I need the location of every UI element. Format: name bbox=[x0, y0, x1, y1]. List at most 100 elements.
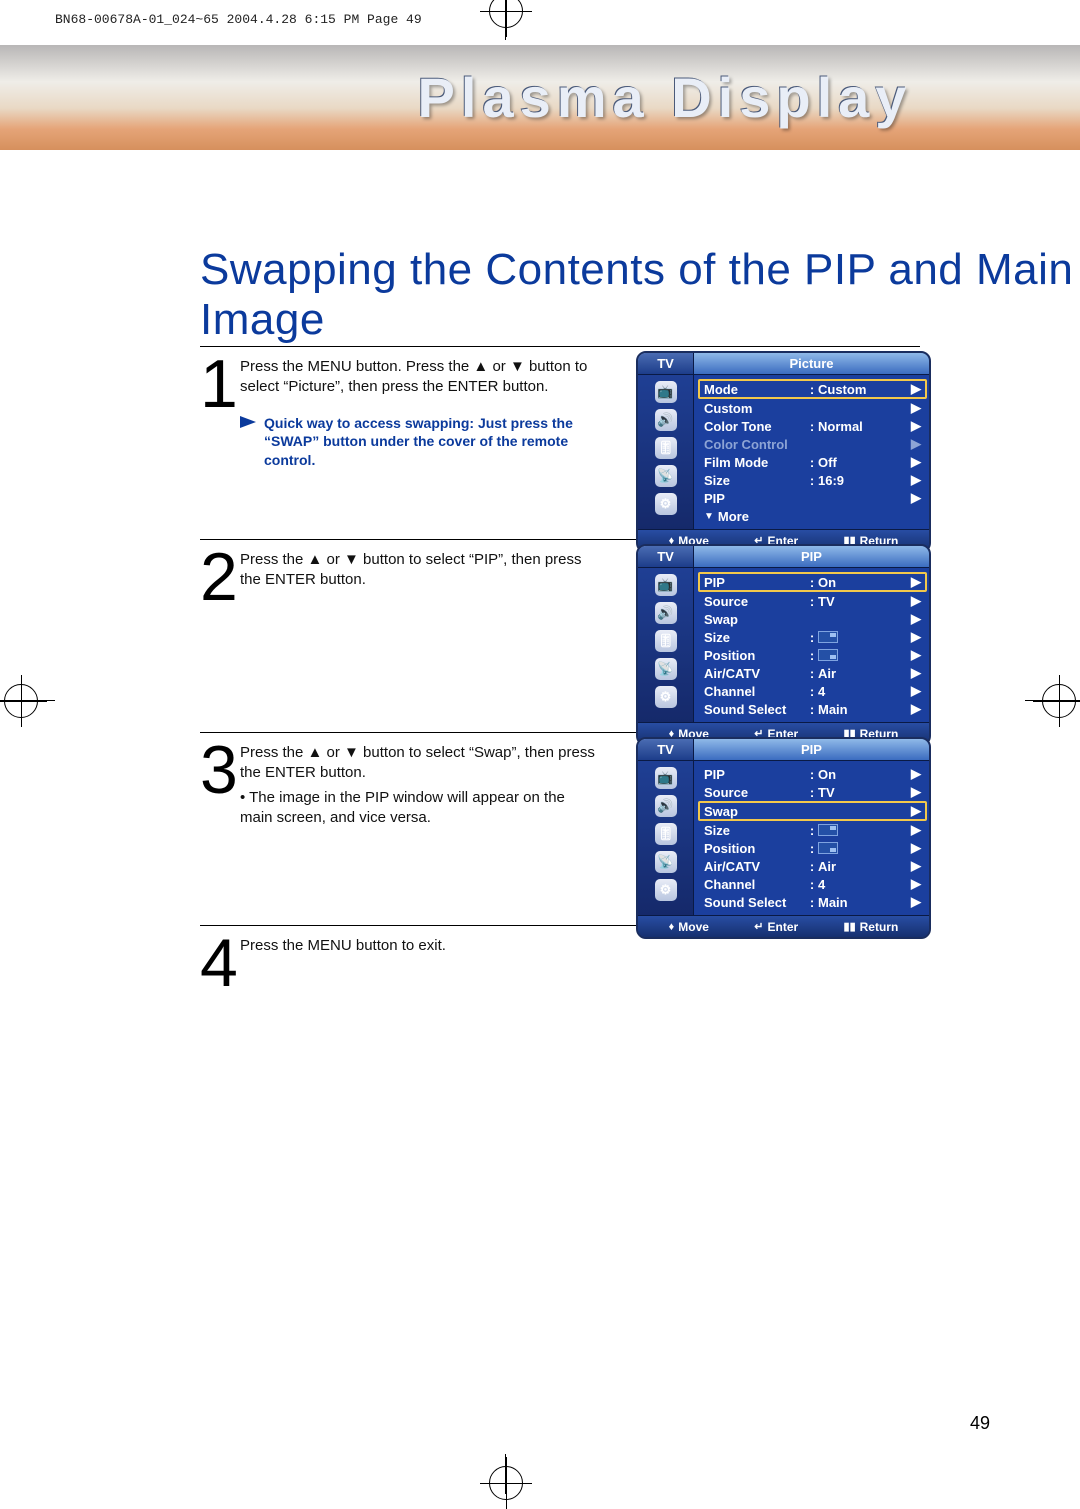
page-number: 49 bbox=[970, 1413, 990, 1434]
osd-row-colon: : bbox=[806, 455, 818, 470]
osd-row-mode[interactable]: Mode : Custom ▶ bbox=[698, 379, 927, 399]
osd-row-colon: : bbox=[806, 630, 818, 645]
osd-row-colon: : bbox=[806, 841, 818, 856]
osd-category-icon-2[interactable]: 🎚 bbox=[655, 823, 677, 845]
osd-footer: ♦Move ↵Enter ▮▮Return bbox=[638, 915, 929, 937]
osd-row-label: PIP bbox=[704, 767, 806, 782]
osd-row-colon: : bbox=[806, 895, 818, 910]
osd-row-label: Source bbox=[704, 594, 806, 609]
osd-row-value: On bbox=[818, 575, 909, 590]
osd-row-color-control[interactable]: Color Control ▶ bbox=[704, 435, 921, 453]
chevron-right-icon: ▶ bbox=[909, 611, 921, 627]
pip-box-icon bbox=[818, 842, 838, 854]
pip-box-icon bbox=[818, 824, 838, 836]
osd-category-icon-1[interactable]: 🔊 bbox=[655, 795, 677, 817]
chevron-right-icon: ▶ bbox=[909, 629, 921, 645]
osd-row-label: Mode bbox=[704, 382, 806, 397]
osd-category-icon-2[interactable]: 🎚 bbox=[655, 437, 677, 459]
osd-row-pip[interactable]: PIP : On ▶ bbox=[698, 572, 927, 592]
chevron-right-icon: ▶ bbox=[909, 490, 921, 506]
osd-row-colon: : bbox=[806, 823, 818, 838]
osd-picture-menu: TV Picture 📺🔊🎚📡⚙ Mode : Custom ▶ Custom … bbox=[636, 351, 931, 553]
osd-row-colon: : bbox=[806, 877, 818, 892]
osd-category-icon-1[interactable]: 🔊 bbox=[655, 602, 677, 624]
step-number: 1 bbox=[200, 347, 240, 470]
osd-row-position[interactable]: Position : ▶ bbox=[704, 646, 921, 664]
osd-row-size[interactable]: Size : ▶ bbox=[704, 821, 921, 839]
osd-row-size[interactable]: Size : 16:9 ▶ bbox=[704, 471, 921, 489]
osd-row-value bbox=[818, 630, 909, 645]
osd-row-label: Color Tone bbox=[704, 419, 806, 434]
chevron-right-icon: ▶ bbox=[909, 803, 921, 819]
step-text: Press the ▲ or ▼ button to select “PIP”,… bbox=[240, 550, 600, 591]
osd-more[interactable]: More bbox=[704, 507, 921, 525]
osd-category-icon-4[interactable]: ⚙ bbox=[655, 686, 677, 708]
osd-row-pip[interactable]: PIP ▶ bbox=[704, 489, 921, 507]
osd-row-label: Custom bbox=[704, 401, 806, 416]
chevron-right-icon: ▶ bbox=[909, 876, 921, 892]
osd-row-value: Air bbox=[818, 666, 909, 681]
osd-row-label: Position bbox=[704, 841, 806, 856]
osd-row-color-tone[interactable]: Color Tone : Normal ▶ bbox=[704, 417, 921, 435]
osd-row-position[interactable]: Position : ▶ bbox=[704, 839, 921, 857]
osd-row-label: Air/CATV bbox=[704, 859, 806, 874]
osd-tv-label: TV bbox=[638, 353, 694, 374]
osd-row-sound-select[interactable]: Sound Select : Main ▶ bbox=[704, 893, 921, 911]
osd-row-air-catv[interactable]: Air/CATV : Air ▶ bbox=[704, 857, 921, 875]
osd-category-icon-0[interactable]: 📺 bbox=[655, 574, 677, 596]
osd-row-channel[interactable]: Channel : 4 ▶ bbox=[704, 875, 921, 893]
osd-category-icon-3[interactable]: 📡 bbox=[655, 465, 677, 487]
osd-row-size[interactable]: Size : ▶ bbox=[704, 628, 921, 646]
osd-category-icon-3[interactable]: 📡 bbox=[655, 658, 677, 680]
osd-category-icon-4[interactable]: ⚙ bbox=[655, 879, 677, 901]
chevron-right-icon: ▶ bbox=[909, 418, 921, 434]
osd-title: PIP bbox=[694, 546, 929, 567]
osd-row-sound-select[interactable]: Sound Select : Main ▶ bbox=[704, 700, 921, 718]
osd-row-value: Custom bbox=[818, 382, 909, 397]
osd-row-colon: : bbox=[806, 575, 818, 590]
page-title: Swapping the Contents of the PIP and Mai… bbox=[200, 245, 1080, 345]
osd-row-value bbox=[818, 648, 909, 663]
osd-category-icon-4[interactable]: ⚙ bbox=[655, 493, 677, 515]
osd-category-icon-2[interactable]: 🎚 bbox=[655, 630, 677, 652]
osd-row-swap[interactable]: Swap ▶ bbox=[698, 801, 927, 821]
osd-row-label: Size bbox=[704, 630, 806, 645]
chevron-right-icon: ▶ bbox=[909, 683, 921, 699]
osd-rows: PIP : On ▶ Source : TV ▶ Swap ▶ Size : ▶… bbox=[694, 761, 929, 915]
osd-category-icon-0[interactable]: 📺 bbox=[655, 381, 677, 403]
osd-row-colon: : bbox=[806, 767, 818, 782]
osd-foot-enter: ↵Enter bbox=[754, 920, 798, 934]
pip-box-icon bbox=[818, 631, 838, 643]
osd-row-custom[interactable]: Custom ▶ bbox=[704, 399, 921, 417]
osd-category-icon-0[interactable]: 📺 bbox=[655, 767, 677, 789]
osd-row-value: 16:9 bbox=[818, 473, 909, 488]
osd-row-colon: : bbox=[806, 419, 818, 434]
osd-row-colon: : bbox=[806, 473, 818, 488]
osd-row-source[interactable]: Source : TV ▶ bbox=[704, 783, 921, 801]
osd-row-air-catv[interactable]: Air/CATV : Air ▶ bbox=[704, 664, 921, 682]
osd-row-label: Source bbox=[704, 785, 806, 800]
osd-row-value: TV bbox=[818, 594, 909, 609]
osd-row-label: Channel bbox=[704, 877, 806, 892]
osd-row-value: Off bbox=[818, 455, 909, 470]
osd-pip-swap-menu: TV PIP 📺🔊🎚📡⚙ PIP : On ▶ Source : TV ▶ Sw… bbox=[636, 737, 931, 939]
osd-category-icon-1[interactable]: 🔊 bbox=[655, 409, 677, 431]
osd-row-film-mode[interactable]: Film Mode : Off ▶ bbox=[704, 453, 921, 471]
enter-icon: ↵ bbox=[754, 920, 763, 933]
osd-row-swap[interactable]: Swap ▶ bbox=[704, 610, 921, 628]
osd-row-pip[interactable]: PIP : On ▶ bbox=[704, 765, 921, 783]
step-text: Press the MENU button to exit. bbox=[240, 936, 600, 956]
osd-row-colon: : bbox=[806, 785, 818, 800]
step-number: 4 bbox=[200, 926, 240, 990]
step-text: Press the MENU button. Press the ▲ or ▼ … bbox=[240, 357, 600, 398]
chevron-right-icon: ▶ bbox=[909, 647, 921, 663]
chevron-right-icon: ▶ bbox=[909, 701, 921, 717]
updown-icon: ♦ bbox=[669, 921, 675, 933]
osd-category-icon-3[interactable]: 📡 bbox=[655, 851, 677, 873]
step-number: 3 bbox=[200, 733, 240, 828]
osd-row-label: Sound Select bbox=[704, 702, 806, 717]
osd-row-source[interactable]: Source : TV ▶ bbox=[704, 592, 921, 610]
osd-row-colon: : bbox=[806, 648, 818, 663]
osd-row-channel[interactable]: Channel : 4 ▶ bbox=[704, 682, 921, 700]
osd-row-label: Color Control bbox=[704, 437, 806, 452]
